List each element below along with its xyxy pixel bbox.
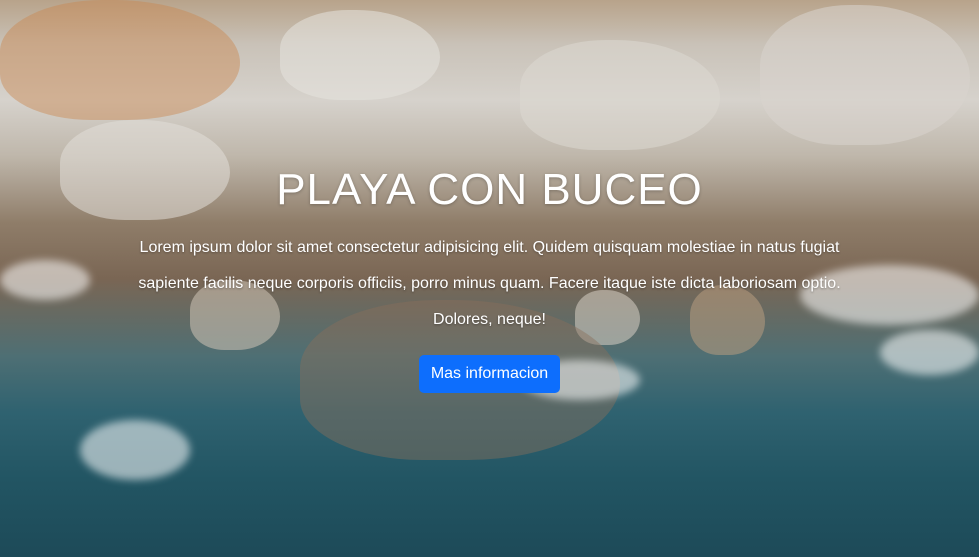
background-rock [280,10,440,100]
background-rock [0,0,240,120]
hero-title: PLAYA CON BUCEO [276,165,703,214]
more-info-button[interactable]: Mas informacion [418,355,561,393]
hero-section: PLAYA CON BUCEO Lorem ipsum dolor sit am… [0,0,979,557]
background-rock [520,40,720,150]
background-rock [760,5,970,145]
hero-content: PLAYA CON BUCEO Lorem ipsum dolor sit am… [0,160,979,393]
background-wave-foam [80,420,190,480]
hero-description: Lorem ipsum dolor sit amet consectetur a… [138,239,841,328]
